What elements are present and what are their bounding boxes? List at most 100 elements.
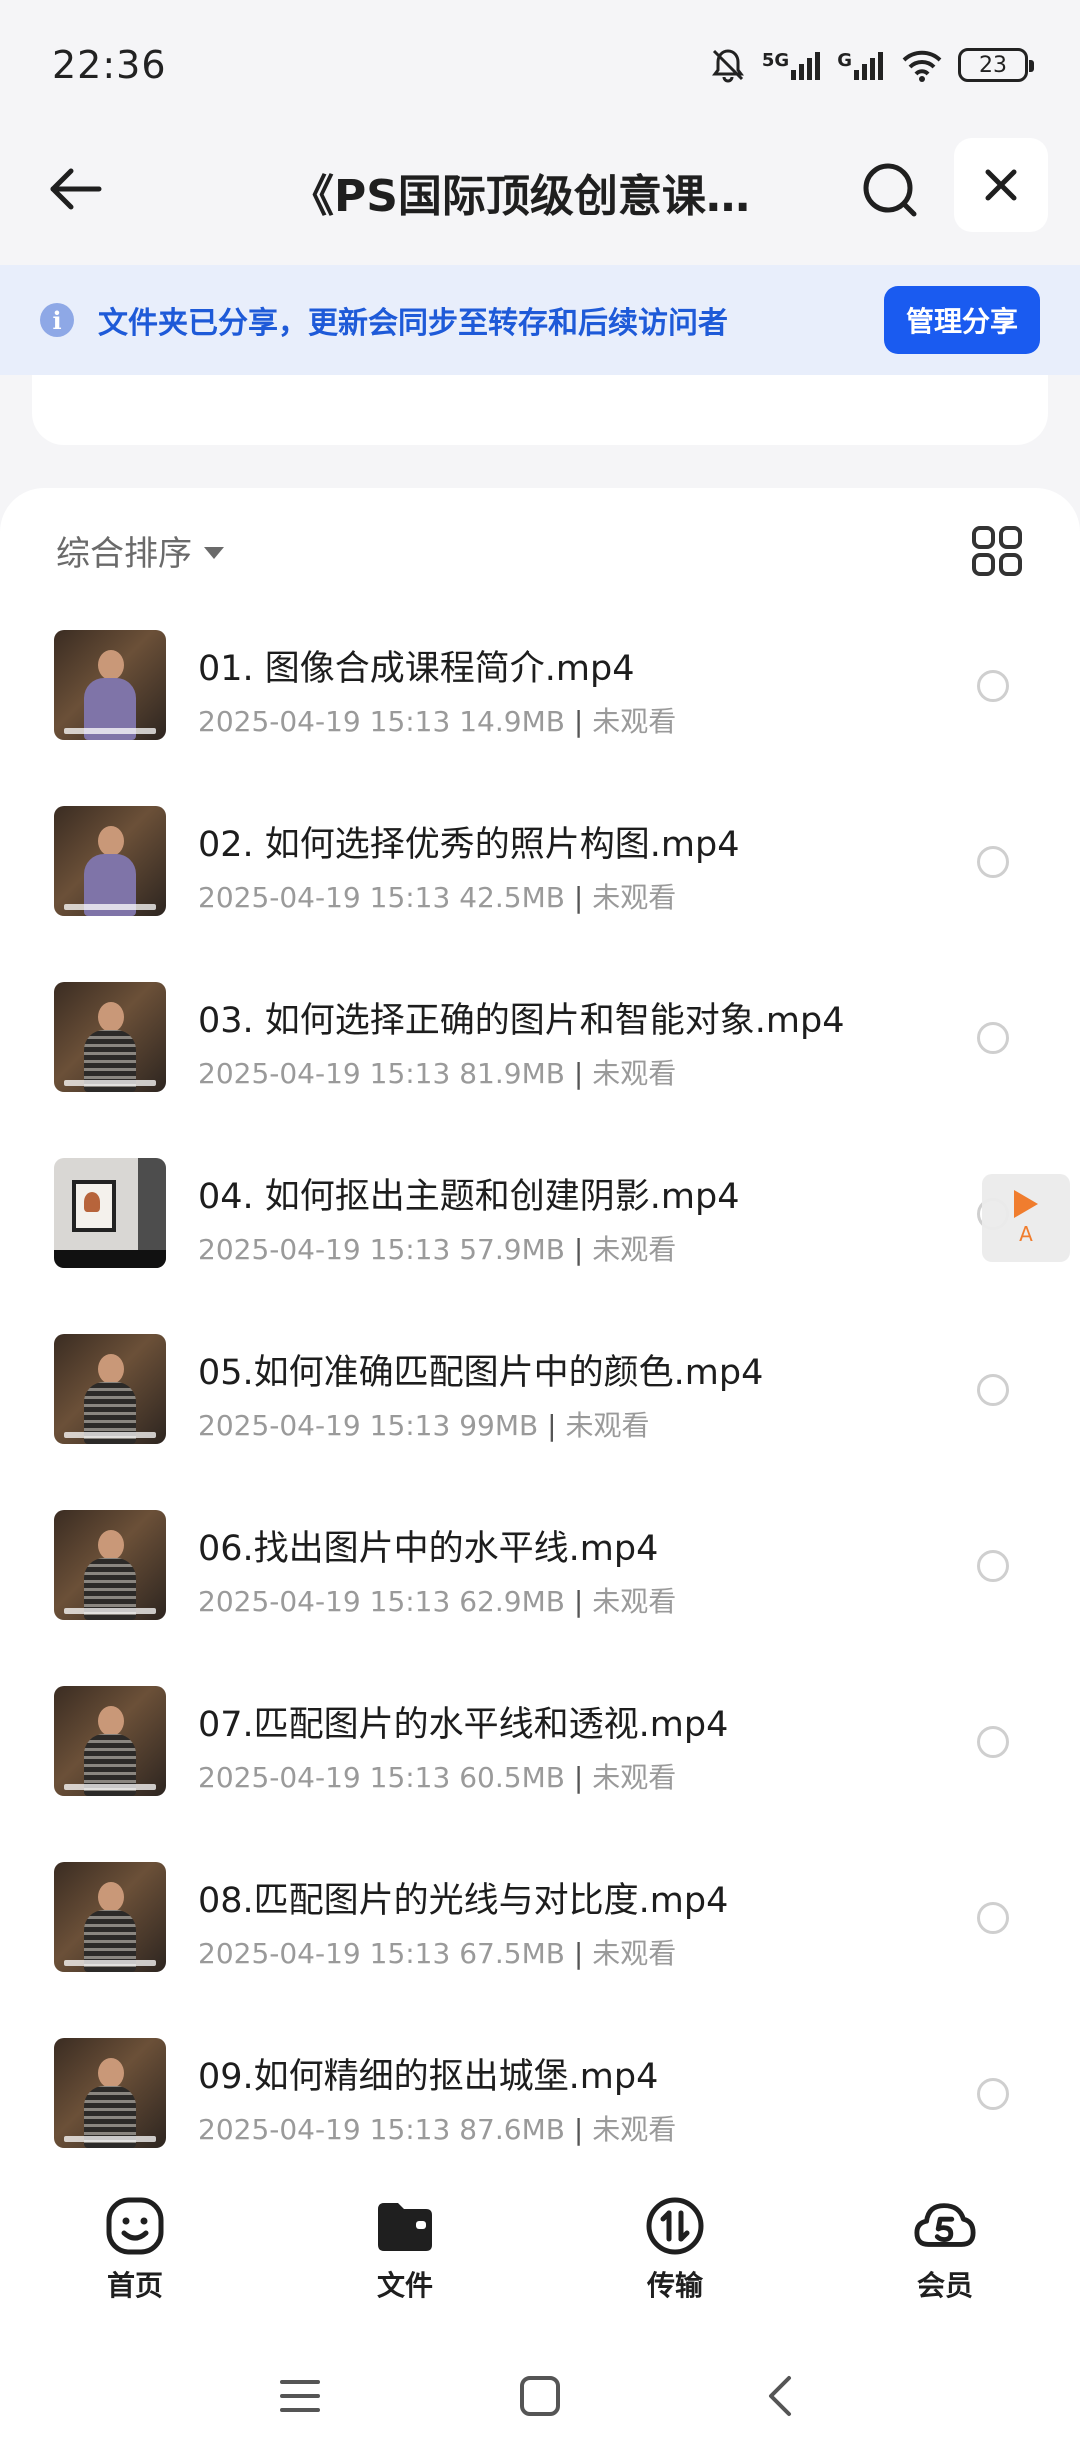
watch-status: 未观看 <box>565 1409 650 1442</box>
file-meta: 2025-04-19 15:13 14.9MB | 未观看 <box>198 700 676 740</box>
sort-bar: 综合排序 <box>0 488 1080 613</box>
video-thumbnail <box>54 1158 166 1268</box>
tab-transfer[interactable]: 传输 <box>540 2180 810 2330</box>
file-name: 08.匹配图片的光线与对比度.mp4 <box>198 1881 729 1921</box>
watch-status: 未观看 <box>592 2113 677 2146</box>
chevron-left-icon <box>769 2376 791 2416</box>
select-checkbox[interactable] <box>977 1022 1009 1054</box>
meta-separator: | <box>573 705 593 738</box>
floating-player-button[interactable]: A <box>982 1174 1070 1262</box>
signal-g-icon: G <box>837 50 886 80</box>
file-size: 60.5MB <box>459 1761 565 1794</box>
file-meta: 2025-04-19 15:13 60.5MB | 未观看 <box>198 1756 676 1796</box>
file-size: 14.9MB <box>459 705 565 738</box>
tab-files[interactable]: 文件 <box>270 2180 540 2330</box>
grid-view-button[interactable] <box>970 524 1024 578</box>
video-thumbnail <box>54 1686 166 1796</box>
meta-separator: | <box>547 1409 566 1442</box>
system-home-button[interactable] <box>510 2366 570 2426</box>
select-checkbox[interactable] <box>977 1726 1009 1758</box>
file-size: 62.9MB <box>459 1585 565 1618</box>
file-list: 01. 图像合成课程简介.mp4 2025-04-19 15:13 14.9MB … <box>0 613 1080 2197</box>
file-name: 07.匹配图片的水平线和透视.mp4 <box>198 1705 729 1745</box>
select-checkbox[interactable] <box>977 670 1009 702</box>
file-list-item[interactable]: 01. 图像合成课程简介.mp4 2025-04-19 15:13 14.9MB … <box>0 613 1080 789</box>
back-button[interactable] <box>40 154 110 224</box>
bottom-tab-bar: 首页 文件 传输 会员 <box>0 2180 1080 2330</box>
file-date: 2025-04-19 15:13 <box>198 1409 451 1442</box>
file-date: 2025-04-19 15:13 <box>198 1761 451 1794</box>
network-g-label: G <box>837 50 852 71</box>
sort-dropdown[interactable]: 综合排序 <box>56 526 224 575</box>
file-name: 01. 图像合成课程简介.mp4 <box>198 649 635 689</box>
watch-status: 未观看 <box>592 1233 677 1266</box>
video-thumbnail <box>54 2038 166 2148</box>
watch-status: 未观看 <box>592 1761 677 1794</box>
select-checkbox[interactable] <box>977 1374 1009 1406</box>
smile-icon <box>103 2194 167 2258</box>
file-size: 67.5MB <box>459 1937 565 1970</box>
floating-player-letter: A <box>1019 1222 1033 1246</box>
tab-vip[interactable]: 会员 <box>810 2180 1080 2330</box>
status-time: 22:36 <box>52 43 167 87</box>
file-name: 04. 如何抠出主题和创建阴影.mp4 <box>198 1177 740 1217</box>
file-size: 99MB <box>459 1409 539 1442</box>
file-meta: 2025-04-19 15:13 87.6MB | 未观看 <box>198 2108 676 2148</box>
file-meta: 2025-04-19 15:13 99MB | 未观看 <box>198 1404 650 1444</box>
sort-label: 综合排序 <box>56 534 192 574</box>
system-menu-button[interactable] <box>270 2366 330 2426</box>
file-meta: 2025-04-19 15:13 57.9MB | 未观看 <box>198 1228 676 1268</box>
file-meta: 2025-04-19 15:13 42.5MB | 未观看 <box>198 876 676 916</box>
close-button[interactable] <box>954 138 1048 232</box>
mute-bell-icon <box>708 45 748 85</box>
select-checkbox[interactable] <box>977 2078 1009 2110</box>
file-list-item[interactable]: 02. 如何选择优秀的照片构图.mp4 2025-04-19 15:13 42.5… <box>0 789 1080 965</box>
file-date: 2025-04-19 15:13 <box>198 705 451 738</box>
select-checkbox[interactable] <box>977 1902 1009 1934</box>
file-date: 2025-04-19 15:13 <box>198 881 451 914</box>
network-5g-label: 5G <box>761 50 790 71</box>
header: 《PS国际顶级创意课程… <box>0 130 1080 265</box>
file-date: 2025-04-19 15:13 <box>198 1585 451 1618</box>
file-size: 57.9MB <box>459 1233 565 1266</box>
file-list-item[interactable]: 08.匹配图片的光线与对比度.mp4 2025-04-19 15:13 67.5M… <box>0 1845 1080 2021</box>
watch-status: 未观看 <box>592 705 677 738</box>
manage-share-button[interactable]: 管理分享 <box>883 286 1040 354</box>
file-name: 03. 如何选择正确的图片和智能对象.mp4 <box>198 1001 845 1041</box>
meta-separator: | <box>573 1585 593 1618</box>
select-checkbox[interactable] <box>977 1550 1009 1582</box>
file-name: 02. 如何选择优秀的照片构图.mp4 <box>198 825 740 865</box>
system-back-button[interactable] <box>750 2366 810 2426</box>
file-list-panel: 综合排序 01. 图像合成课程简介.mp4 2025-04-19 15:13 14… <box>0 488 1080 2208</box>
share-banner-text: 文件夹已分享，更新会同步至转存和后续访问者 <box>98 306 728 341</box>
watch-status: 未观看 <box>592 1057 677 1090</box>
video-thumbnail <box>54 1334 166 1444</box>
play-icon <box>1014 1190 1038 1218</box>
file-list-item[interactable]: 07.匹配图片的水平线和透视.mp4 2025-04-19 15:13 60.5M… <box>0 1669 1080 1845</box>
file-list-item[interactable]: 05.如何准确匹配图片中的颜色.mp4 2025-04-19 15:13 99MB… <box>0 1317 1080 1493</box>
file-size: 42.5MB <box>459 881 565 914</box>
file-size: 87.6MB <box>459 2113 565 2146</box>
caret-down-icon <box>204 546 224 559</box>
battery-icon: 23 <box>958 48 1034 82</box>
select-checkbox[interactable] <box>977 846 1009 878</box>
file-list-item[interactable]: 09.如何精细的抠出城堡.mp4 2025-04-19 15:13 87.6MB … <box>0 2021 1080 2197</box>
tab-home[interactable]: 首页 <box>0 2180 270 2330</box>
arrow-left-icon <box>50 168 102 210</box>
file-list-item[interactable]: 03. 如何选择正确的图片和智能对象.mp4 2025-04-19 15:13 8… <box>0 965 1080 1141</box>
file-list-item[interactable]: 06.找出图片中的水平线.mp4 2025-04-19 15:13 62.9MB … <box>0 1493 1080 1669</box>
file-list-item[interactable]: 04. 如何抠出主题和创建阴影.mp4 2025-04-19 15:13 57.9… <box>0 1141 1080 1317</box>
wifi-icon <box>900 48 944 82</box>
search-button[interactable] <box>850 150 930 230</box>
vip-cloud-icon <box>913 2194 977 2258</box>
folder-icon <box>373 2194 437 2258</box>
grid-icon <box>972 526 1022 576</box>
file-meta: 2025-04-19 15:13 67.5MB | 未观看 <box>198 1932 676 1972</box>
search-icon <box>863 163 917 217</box>
signal-5g-icon: 5G <box>762 50 823 80</box>
file-date: 2025-04-19 15:13 <box>198 1937 451 1970</box>
meta-separator: | <box>573 881 593 914</box>
file-date: 2025-04-19 15:13 <box>198 2113 451 2146</box>
tab-files-label: 文件 <box>376 2269 433 2302</box>
file-meta: 2025-04-19 15:13 62.9MB | 未观看 <box>198 1580 676 1620</box>
